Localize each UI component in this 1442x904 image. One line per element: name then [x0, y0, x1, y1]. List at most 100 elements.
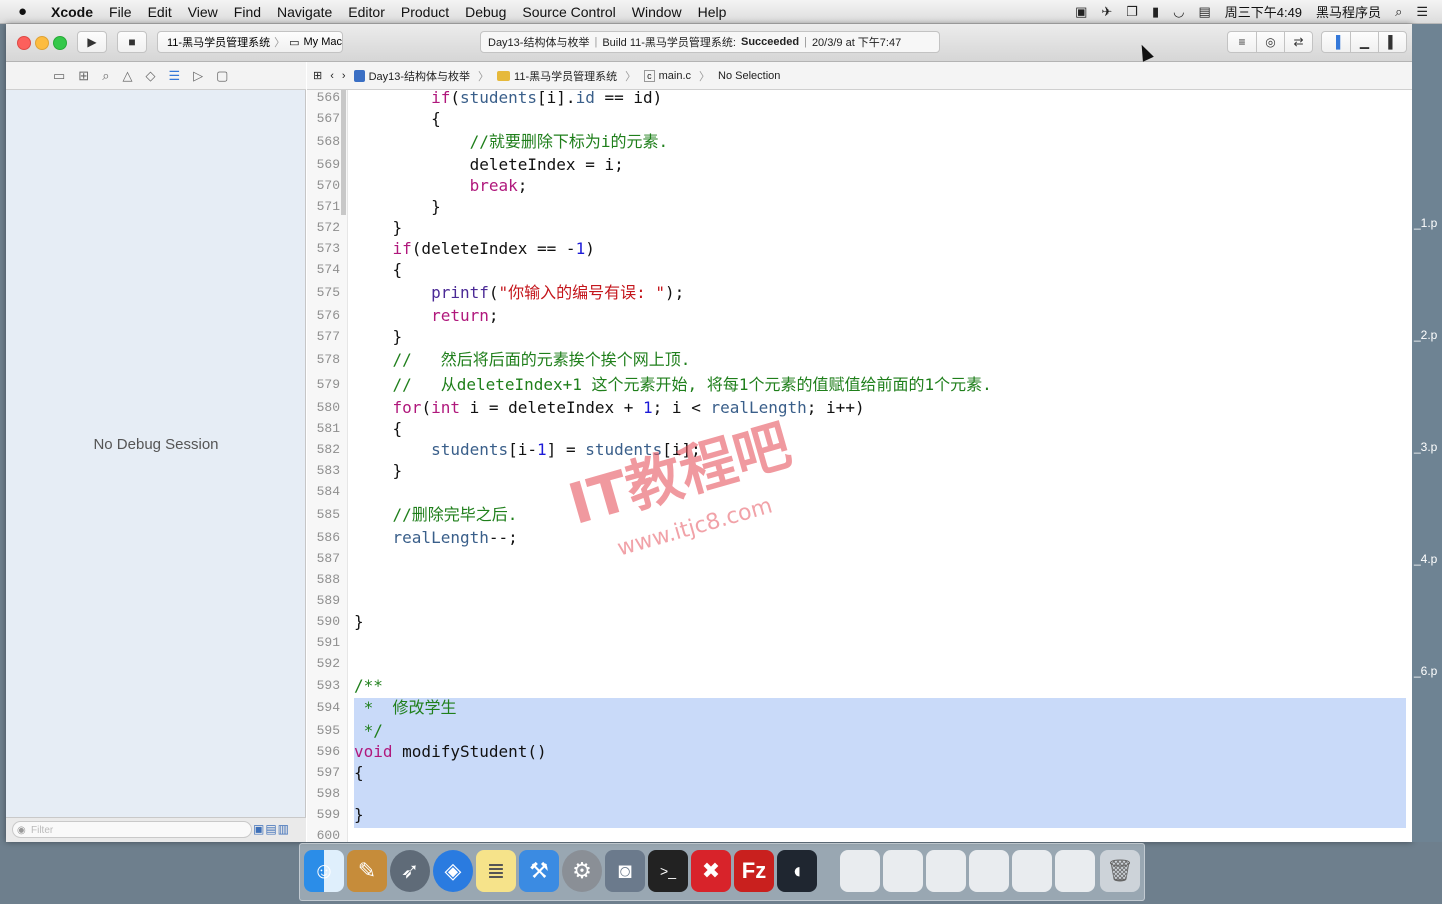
window-toolbar: ▶ ■ 11-黑马学员管理系统 〉 ▭ My Mac Day13-结构体与枚举 …	[6, 24, 1412, 62]
search-icon[interactable]: ⌕	[102, 68, 109, 84]
line-number: 572	[316, 220, 340, 235]
c-file-icon: c	[644, 69, 655, 82]
menu-view[interactable]: View	[188, 4, 218, 20]
window-thumb-5[interactable]	[1012, 850, 1052, 892]
code-line: //删除完毕之后.	[392, 505, 518, 524]
toggle-debug-area-button[interactable]: ▁	[1350, 31, 1379, 53]
menu-find[interactable]: Find	[234, 4, 261, 20]
debug-navigator: No Debug Session ◉ Filter ▣▤▥	[6, 90, 306, 842]
finder-icon[interactable]: ☺	[304, 850, 344, 892]
related-items-icon[interactable]: ⊞	[313, 69, 322, 82]
desktop-file-label[interactable]: _4.p	[1414, 552, 1437, 566]
window-thumb-4[interactable]	[969, 850, 1009, 892]
line-number: 591	[316, 635, 340, 650]
menu-file[interactable]: File	[109, 4, 132, 20]
assistant-editor-button[interactable]: ◎	[1256, 31, 1285, 53]
test-icon[interactable]: ◇	[145, 68, 155, 84]
dock: ☺ ✎ ➶ ◈ ≣ ⚒ ⚙ ◙ >_ ✖ Fz ◖ 🗑	[299, 843, 1145, 901]
code-line: students[i-1] = students[i];	[431, 440, 701, 459]
activity-project: Day13-结构体与枚举	[488, 37, 590, 49]
debug-navigator-icon[interactable]: ☰	[168, 68, 180, 84]
user-name[interactable]: 黑马程序员	[1316, 2, 1381, 21]
menu-edit[interactable]: Edit	[148, 4, 172, 20]
imagecapture-icon[interactable]: ◙	[605, 850, 645, 892]
xcode-icon[interactable]: ⚒	[519, 850, 559, 892]
launchpad-icon[interactable]: ➶	[390, 850, 430, 892]
desktop-file-label[interactable]: _6.p	[1414, 664, 1437, 678]
desktop-file-label[interactable]: _3.p	[1414, 440, 1437, 454]
back-button[interactable]: ‹	[330, 70, 334, 82]
window-thumb-2[interactable]	[883, 850, 923, 892]
menu-editor[interactable]: Editor	[348, 4, 385, 20]
wifi-icon[interactable]: ◡	[1173, 4, 1184, 20]
apple-menu-icon[interactable]: ●	[18, 3, 40, 20]
scripteditor-icon[interactable]: ✎	[347, 850, 387, 892]
scheme-selector[interactable]: 11-黑马学员管理系统 〉 ▭ My Mac	[157, 31, 343, 53]
mac-icon: ▭	[289, 36, 300, 49]
screen-record-icon[interactable]: ▣	[1075, 4, 1087, 20]
menu-app-name[interactable]: Xcode	[51, 4, 93, 20]
breakpoint-icon[interactable]: ▷	[193, 68, 203, 84]
clock[interactable]: 周三下午4:49	[1225, 2, 1302, 21]
notification-center-icon[interactable]: ☰	[1416, 4, 1428, 20]
menu-product[interactable]: Product	[401, 4, 449, 20]
line-number: 590	[316, 614, 340, 629]
activity-viewer[interactable]: Day13-结构体与枚举 | Build 11-黑马学员管理系统: Succee…	[480, 31, 940, 53]
code-folding-ribbon[interactable]	[341, 90, 346, 215]
trash-icon[interactable]: 🗑	[1100, 850, 1140, 892]
jump-selection[interactable]: No Selection	[718, 70, 780, 82]
windows-icon[interactable]: ❐	[1126, 4, 1138, 20]
filter-options-buttons[interactable]: ▣▤▥	[253, 822, 290, 836]
line-number: 567	[316, 111, 340, 126]
line-number: 577	[316, 329, 340, 344]
filter-input[interactable]: ◉ Filter	[12, 821, 252, 838]
safari-icon[interactable]: ◈	[433, 850, 473, 892]
code-line: }	[354, 197, 441, 216]
line-number: 593	[316, 678, 340, 693]
activity-status: Succeeded	[740, 36, 800, 48]
menu-window[interactable]: Window	[632, 4, 682, 20]
window-thumb-3[interactable]	[926, 850, 966, 892]
jump-group[interactable]: 11-黑马学员管理系统	[497, 68, 617, 84]
menu-help[interactable]: Help	[698, 4, 727, 20]
desktop-file-label[interactable]: _1.p	[1414, 216, 1437, 230]
mouse-icon[interactable]: ◖	[777, 850, 817, 892]
notes-icon[interactable]: ≣	[476, 850, 516, 892]
menu-debug[interactable]: Debug	[465, 4, 506, 20]
standard-editor-button[interactable]: ≡	[1227, 31, 1257, 53]
toggle-navigator-button[interactable]: ▐	[1321, 31, 1351, 53]
version-editor-button[interactable]: ⇄	[1284, 31, 1313, 53]
jump-project[interactable]: Day13-结构体与枚举	[353, 68, 470, 84]
spotlight-search-icon[interactable]: ⌕	[1395, 4, 1402, 20]
stop-button[interactable]: ■	[117, 31, 147, 53]
jump-file[interactable]: c main.c	[644, 69, 691, 82]
airplane-icon[interactable]: ✈	[1101, 4, 1112, 20]
code-line: break;	[469, 176, 528, 195]
symbol-icon[interactable]: ⊞	[78, 68, 89, 84]
source-editor[interactable]: 566 567 568 569 570 571 572 573 574 575 576 577 578 5…	[307, 90, 1412, 842]
folder-icon[interactable]: ▭	[53, 68, 65, 84]
minimize-window-button[interactable]	[35, 36, 49, 50]
code-line: if(deleteIndex == -1)	[392, 239, 595, 258]
terminal-icon[interactable]: >_	[648, 850, 688, 892]
flag-icon[interactable]: ▤	[1198, 4, 1210, 20]
lock-icon[interactable]: ▮	[1152, 4, 1159, 20]
window-thumb-1[interactable]	[840, 850, 880, 892]
menu-navigate[interactable]: Navigate	[277, 4, 332, 20]
forward-button[interactable]: ›	[342, 70, 346, 82]
menu-bar: ● Xcode File Edit View Find Navigate Edi…	[0, 0, 1442, 24]
warning-icon[interactable]: △	[122, 68, 132, 84]
desktop-file-label[interactable]: _2.p	[1414, 328, 1437, 342]
code-line: * 修改学生	[354, 698, 457, 717]
zoom-window-button[interactable]	[53, 36, 67, 50]
close-window-button[interactable]	[17, 36, 31, 50]
menu-source-control[interactable]: Source Control	[522, 4, 615, 20]
report-icon[interactable]: ▢	[216, 68, 228, 84]
sysprefs-icon[interactable]: ⚙	[562, 850, 602, 892]
line-number: 580	[316, 400, 340, 415]
run-button[interactable]: ▶	[77, 31, 107, 53]
xmind-icon[interactable]: ✖	[691, 850, 731, 892]
filezilla-icon[interactable]: Fz	[734, 850, 774, 892]
toggle-utilities-button[interactable]: ▌	[1378, 31, 1407, 53]
window-thumb-6[interactable]	[1055, 850, 1095, 892]
